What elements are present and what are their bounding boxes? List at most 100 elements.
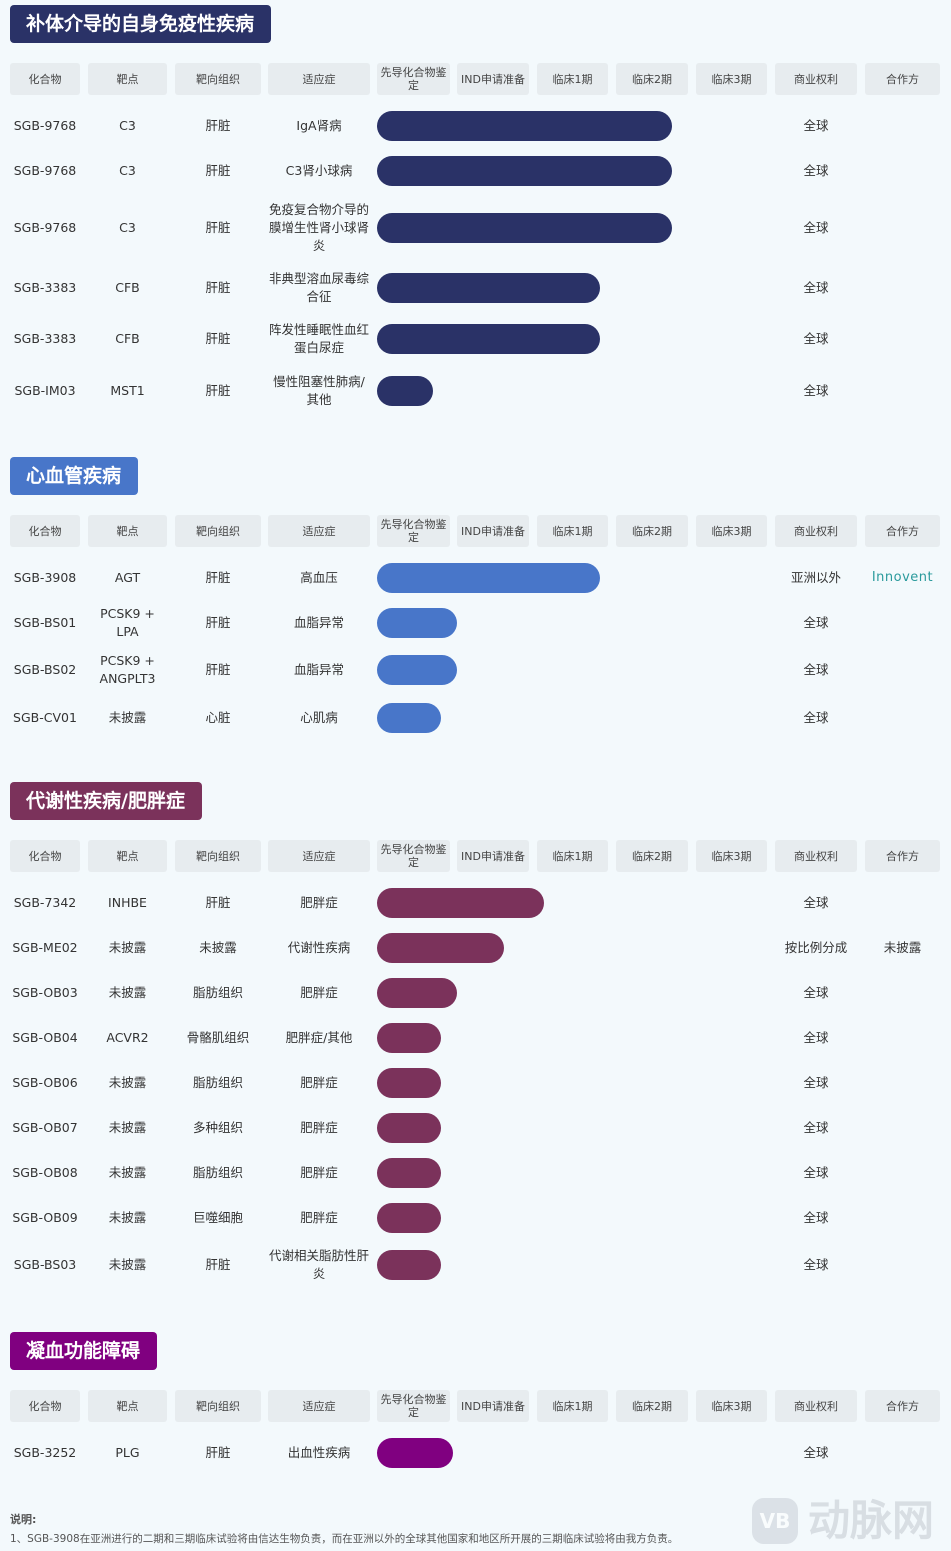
cell-tissue: 肝脏 (205, 162, 231, 178)
cell-compound: SGB-OB09 (12, 1209, 78, 1225)
table-row: SGB-ME02 未披露 未披露 代谢性疾病 按比例分成 未披露 (0, 925, 951, 970)
column-header: 商业权利 (775, 1390, 857, 1422)
cell-rights: 全球 (803, 1444, 829, 1460)
cell-compound: SGB-IM03 (14, 383, 76, 398)
cell-tissue: 脂肪组织 (192, 984, 243, 1000)
cell-target: 未披露 (108, 939, 147, 955)
cell-partner (865, 1015, 940, 1060)
cell-tissue: 肝脏 (205, 1257, 231, 1272)
table-row: SGB-OB03 未披露 脂肪组织 肥胖症 全球 (0, 970, 951, 1015)
column-header: 靶点 (88, 1390, 167, 1422)
cell-indication: 代谢性疾病 (287, 939, 351, 955)
column-header: 临床3期 (696, 840, 767, 872)
cell-rights: 全球 (803, 383, 829, 398)
table-row: SGB-9768 C3 肝脏 IgA肾病 全球 (0, 103, 951, 148)
cell-target: PLG (115, 1444, 140, 1460)
column-header: IND申请准备 (457, 840, 529, 872)
cell-rights: 全球 (803, 984, 829, 1000)
column-header: 临床2期 (616, 840, 688, 872)
cell-indication: 代谢相关脂肪性肝炎 (269, 1248, 370, 1281)
cell-tissue: 心脏 (205, 710, 231, 725)
cell-compound: SGB-OB07 (12, 1119, 78, 1135)
cell-rights: 全球 (803, 1257, 829, 1272)
cell-tissue: 肝脏 (205, 614, 231, 630)
cell-target: 未披露 (108, 984, 147, 1000)
table-row: SGB-3908 AGT 肝脏 高血压 亚洲以外 Innovent (0, 555, 951, 600)
column-header: 临床1期 (537, 840, 608, 872)
column-header: 合作方 (865, 515, 940, 547)
cell-partner (865, 1105, 940, 1150)
column-header: IND申请准备 (457, 515, 529, 547)
column-header: 合作方 (865, 63, 940, 95)
cell-indication: 慢性阻塞性肺病/其他 (273, 374, 365, 407)
table-row: SGB-OB04 ACVR2 骨骼肌组织 肥胖症/其他 全球 (0, 1015, 951, 1060)
cell-indication: 肥胖症 (300, 1074, 338, 1090)
cell-tissue: 未披露 (199, 939, 237, 955)
cell-tissue: 肝脏 (205, 220, 231, 235)
cell-rights: 全球 (803, 894, 829, 910)
column-header: 化合物 (10, 1390, 80, 1422)
cell-tissue: 肝脏 (205, 383, 231, 398)
cell-target: C3 (119, 220, 136, 235)
cell-target: 未披露 (108, 1119, 147, 1135)
cell-tissue: 肝脏 (205, 280, 231, 295)
cell-target: INHBE (108, 894, 147, 910)
column-header: 先导化合物鉴定 (377, 515, 450, 547)
column-header: 临床3期 (696, 1390, 767, 1422)
cell-indication: 肥胖症 (300, 984, 338, 1000)
column-header: 靶向组织 (175, 63, 261, 95)
cell-compound: SGB-3252 (13, 1444, 77, 1460)
progress-bar (377, 111, 672, 141)
cell-partner (865, 263, 940, 313)
progress-bar (377, 933, 504, 963)
cell-compound: SGB-BS02 (13, 662, 77, 677)
cell-partner (865, 1150, 940, 1195)
progress-bar (377, 324, 600, 354)
cell-compound: SGB-9768 (13, 220, 77, 235)
table-row: SGB-9768 C3 肝脏 C3肾小球病 全球 (0, 148, 951, 193)
cell-indication: 心肌病 (300, 710, 338, 725)
column-header: 靶点 (88, 840, 167, 872)
table-row: SGB-9768 C3 肝脏 免疫复合物介导的膜增生性肾小球肾炎 全球 (0, 193, 951, 263)
cell-tissue: 脂肪组织 (192, 1164, 243, 1180)
cell-partner (865, 600, 940, 645)
table-row: SGB-CV01 未披露 心脏 心肌病 全球 (0, 695, 951, 741)
progress-bar (377, 213, 672, 243)
cell-target: PCSK9 + ANGPLT3 (99, 653, 156, 686)
note-text: 1、SGB-3908在亚洲进行的二期和三期临床试验将由信达生物负责，而在亚洲以外… (10, 1533, 679, 1545)
cell-tissue: 肝脏 (205, 662, 231, 677)
cell-indication: 肥胖症 (300, 1119, 338, 1135)
cell-indication: 肥胖症 (300, 1209, 338, 1225)
cell-partner (865, 1430, 940, 1475)
table-row: SGB-OB09 未披露 巨噬细胞 肥胖症 全球 (0, 1195, 951, 1240)
progress-bar (377, 1250, 441, 1280)
cell-indication: 非典型溶血尿毒综合征 (269, 271, 370, 304)
column-header: 商业权利 (775, 515, 857, 547)
column-header: 合作方 (865, 840, 940, 872)
column-header: 临床1期 (537, 1390, 608, 1422)
cell-compound: SGB-ME02 (12, 939, 78, 955)
cell-tissue: 骨骼肌组织 (186, 1029, 250, 1045)
cell-tissue: 巨噬细胞 (192, 1209, 243, 1225)
cell-indication: 免疫复合物介导的膜增生性肾小球肾炎 (269, 202, 370, 253)
cell-indication: 血脂异常 (293, 662, 344, 677)
cell-indication: 高血压 (300, 569, 338, 585)
cell-target: C3 (119, 162, 136, 178)
cell-target: PCSK9 + LPA (100, 605, 155, 639)
cell-tissue: 肝脏 (205, 894, 231, 910)
cell-partner (865, 970, 940, 1015)
table-row: SGB-OB07 未披露 多种组织 肥胖症 全球 (0, 1105, 951, 1150)
cell-compound: SGB-OB06 (12, 1074, 78, 1090)
column-header: 化合物 (10, 840, 80, 872)
cell-target: 未披露 (108, 710, 147, 725)
cell-partner: 未披露 (883, 939, 922, 955)
table-row: SGB-7342 INHBE 肝脏 肥胖症 全球 (0, 880, 951, 925)
table-row: SGB-OB08 未披露 脂肪组织 肥胖症 全球 (0, 1150, 951, 1195)
progress-bar (377, 1023, 441, 1053)
cell-rights: 全球 (803, 331, 829, 346)
cell-compound: SGB-OB03 (12, 984, 78, 1000)
column-header: 临床2期 (616, 1390, 688, 1422)
cell-indication: 阵发性睡眠性血红蛋白尿症 (269, 322, 370, 355)
cell-target: CFB (115, 331, 140, 346)
column-header: IND申请准备 (457, 63, 529, 95)
